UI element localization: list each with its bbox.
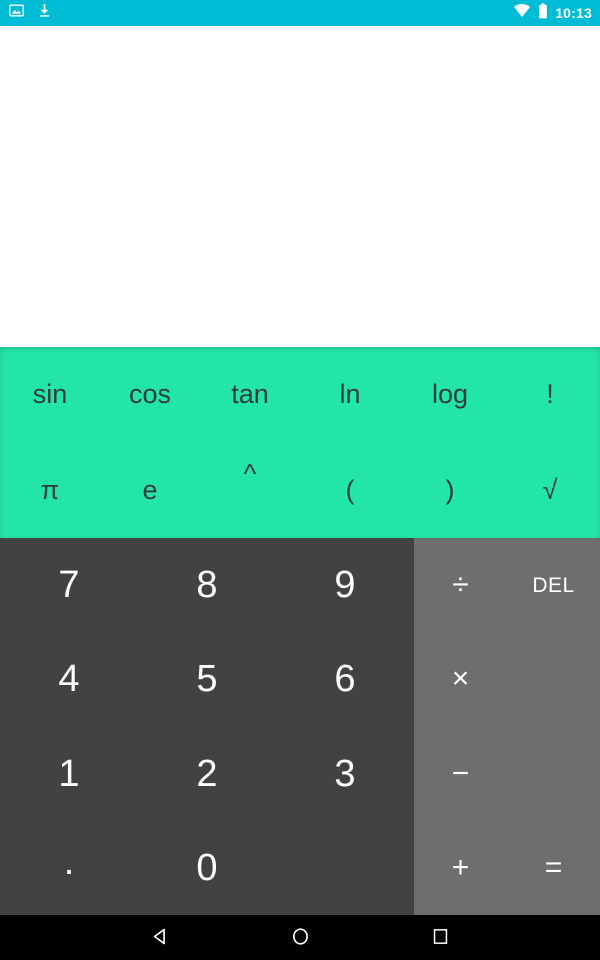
recents-button[interactable] <box>417 915 463 960</box>
digit-1-key[interactable]: 1 <box>0 727 138 821</box>
operator-row-1: ÷ DEL <box>414 538 600 632</box>
digit-9-key[interactable]: 9 <box>276 538 414 632</box>
digit-5-key[interactable]: 5 <box>138 632 276 726</box>
digit-3-key[interactable]: 3 <box>276 727 414 821</box>
image-icon <box>8 2 25 24</box>
back-button[interactable] <box>137 915 183 960</box>
status-bar-clock: 10:13 <box>555 5 592 21</box>
square-icon <box>432 928 449 948</box>
equals-key[interactable]: = <box>507 821 600 915</box>
digit-2-key[interactable]: 2 <box>138 727 276 821</box>
log-key[interactable]: log <box>400 347 500 443</box>
scientific-row-1: sin cos tan ln log ! <box>0 347 600 443</box>
operator-keypad: ÷ DEL × − + = <box>414 538 600 915</box>
status-bar: 10:13 <box>0 0 600 26</box>
delete-key[interactable]: DEL <box>507 538 600 632</box>
numeric-row-3: 1 2 3 <box>0 727 414 821</box>
numeric-row-4: . 0 <box>0 821 414 915</box>
empty-key <box>276 821 414 915</box>
operator-row-4: + = <box>414 821 600 915</box>
status-bar-right-icons: 10:13 <box>513 2 592 24</box>
decimal-point-key[interactable]: . <box>0 821 138 915</box>
euler-key[interactable]: e <box>100 443 200 539</box>
tan-key[interactable]: tan <box>200 347 300 443</box>
numeric-keypad: 7 8 9 4 5 6 1 2 3 . 0 <box>0 538 414 915</box>
empty-key <box>507 727 600 821</box>
digit-7-key[interactable]: 7 <box>0 538 138 632</box>
pi-key[interactable]: π <box>0 443 100 539</box>
digit-4-key[interactable]: 4 <box>0 632 138 726</box>
circle-icon <box>291 927 310 949</box>
keypad-area: 7 8 9 4 5 6 1 2 3 . 0 ÷ DEL × − + = <box>0 538 600 915</box>
numeric-row-1: 7 8 9 <box>0 538 414 632</box>
digit-8-key[interactable]: 8 <box>138 538 276 632</box>
sin-key[interactable]: sin <box>0 347 100 443</box>
wifi-icon <box>513 3 531 23</box>
battery-icon <box>538 2 548 24</box>
home-button[interactable] <box>277 915 323 960</box>
subtract-key[interactable]: − <box>414 727 507 821</box>
digit-6-key[interactable]: 6 <box>276 632 414 726</box>
ln-key[interactable]: ln <box>300 347 400 443</box>
calculator-app: 10:13 sin cos tan ln log ! π e ^ ( ) √ 7… <box>0 0 600 960</box>
factorial-key[interactable]: ! <box>500 347 600 443</box>
status-bar-left-icons <box>8 2 52 24</box>
calculator-display[interactable] <box>0 26 600 347</box>
sqrt-key[interactable]: √ <box>500 443 600 539</box>
multiply-key[interactable]: × <box>414 632 507 726</box>
divide-key[interactable]: ÷ <box>414 538 507 632</box>
open-paren-key[interactable]: ( <box>300 443 400 539</box>
scientific-function-pad: sin cos tan ln log ! π e ^ ( ) √ <box>0 347 600 538</box>
numeric-row-2: 4 5 6 <box>0 632 414 726</box>
operator-row-3: − <box>414 727 600 821</box>
scientific-row-2: π e ^ ( ) √ <box>0 443 600 539</box>
add-key[interactable]: + <box>414 821 507 915</box>
close-paren-key[interactable]: ) <box>400 443 500 539</box>
power-key[interactable]: ^ <box>200 443 300 539</box>
cos-key[interactable]: cos <box>100 347 200 443</box>
triangle-left-icon <box>151 927 170 949</box>
download-icon <box>37 2 52 24</box>
digit-0-key[interactable]: 0 <box>138 821 276 915</box>
android-navigation-bar <box>0 915 600 960</box>
operator-row-2: × <box>414 632 600 726</box>
empty-key <box>507 632 600 726</box>
